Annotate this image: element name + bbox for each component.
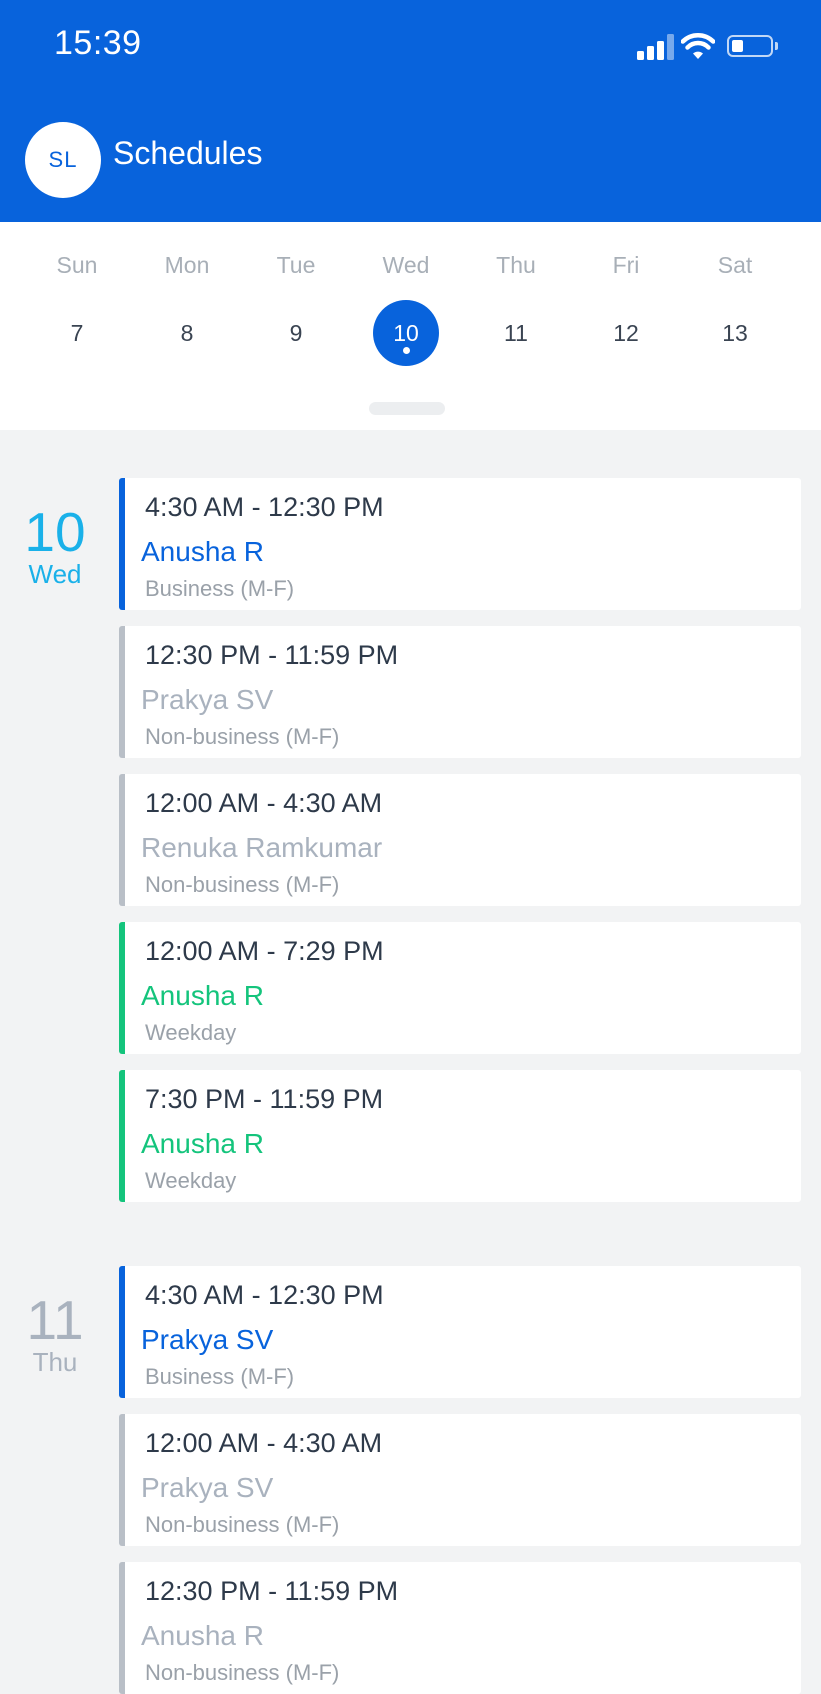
shift-time: 7:30 PM - 11:59 PM xyxy=(145,1084,384,1114)
schedule-card[interactable]: 4:30 AM - 12:30 PM Prakya SV Business (M-F… xyxy=(119,1266,801,1398)
on-call-person: Anusha R xyxy=(141,980,264,1011)
day-name: Wed xyxy=(382,252,430,278)
day-name: Thu xyxy=(496,252,536,278)
schedule-card[interactable]: 12:00 AM - 4:30 AM Renuka Ramkumar Non-bus… xyxy=(119,774,801,906)
app-header: 15:39 SL Schedules xyxy=(0,0,821,222)
day-number[interactable]: 11 xyxy=(483,300,549,366)
avatar[interactable]: SL xyxy=(25,122,101,198)
on-call-person: Prakya SV xyxy=(141,1472,274,1503)
schedule-layer: Business (M-F) xyxy=(145,1364,295,1389)
day-number-label: 10 xyxy=(393,320,419,346)
date-weekday: Thu xyxy=(32,1347,78,1377)
schedule-layer: Weekday xyxy=(145,1168,237,1193)
day-name: Fri xyxy=(612,252,640,278)
schedule-card[interactable]: 4:30 AM - 12:30 PM Anusha R Business (M-F) xyxy=(119,478,801,610)
schedule-layer: Weekday xyxy=(145,1020,237,1045)
date-weekday: Wed xyxy=(28,559,82,589)
shift-time: 12:00 AM - 4:30 AM xyxy=(145,1428,383,1458)
status-time: 15:39 xyxy=(54,24,142,62)
wifi-icon xyxy=(681,33,715,59)
date-marker: 11 Thu xyxy=(14,1292,96,1376)
day-number[interactable]: 9 xyxy=(263,300,329,366)
cellular-signal-icon xyxy=(637,34,674,60)
schedule-card[interactable]: 12:00 AM - 7:29 PM Anusha R Weekday xyxy=(119,922,801,1054)
on-call-person: Anusha R xyxy=(141,1128,264,1159)
shift-time: 12:00 AM - 7:29 PM xyxy=(145,936,384,966)
schedule-layer: Non-business (M-F) xyxy=(145,872,340,897)
date-number: 10 xyxy=(24,501,86,563)
day-number[interactable]: 8 xyxy=(154,300,220,366)
day-number-label: 12 xyxy=(613,320,639,346)
schedule-layer: Business (M-F) xyxy=(145,576,295,601)
battery-icon xyxy=(727,35,773,57)
schedule-layer: Non-business (M-F) xyxy=(145,724,340,749)
schedule-card[interactable]: 12:30 PM - 11:59 PM Anusha R Non-business … xyxy=(119,1562,801,1694)
day-number[interactable]: 12 xyxy=(593,300,659,366)
status-icons xyxy=(637,32,787,62)
battery-cap xyxy=(775,42,778,50)
week-calendar: Sun 7 Mon 8 Tue 9 Wed 10 Thu 11 Fri 12 Sat 13 xyxy=(0,222,821,430)
on-call-person: Anusha R xyxy=(141,536,264,567)
shift-time: 4:30 AM - 12:30 PM xyxy=(145,492,384,522)
day-number-label: 8 xyxy=(180,320,194,346)
event-dot-indicator xyxy=(402,347,410,354)
schedule-card[interactable]: 7:30 PM - 11:59 PM Anusha R Weekday xyxy=(119,1070,801,1202)
drag-handle[interactable] xyxy=(369,402,445,415)
day-name: Mon xyxy=(164,252,210,278)
shift-time: 12:00 AM - 4:30 AM xyxy=(145,788,383,818)
on-call-person: Anusha R xyxy=(141,1620,264,1651)
shift-time: 4:30 AM - 12:30 PM xyxy=(145,1280,384,1310)
shift-time: 12:30 PM - 11:59 PM xyxy=(145,1576,399,1606)
day-number[interactable]: 10 xyxy=(373,300,439,366)
shift-time: 12:30 PM - 11:59 PM xyxy=(145,640,399,670)
day-number-label: 9 xyxy=(289,320,303,346)
day-number-label: 13 xyxy=(722,320,748,346)
date-marker: 10 Wed xyxy=(14,504,96,588)
day-number-label: 7 xyxy=(70,320,84,346)
schedule-layer: Non-business (M-F) xyxy=(145,1512,340,1537)
on-call-person: Renuka Ramkumar xyxy=(141,832,383,863)
schedule-card[interactable]: 12:30 PM - 11:59 PM Prakya SV Non-business… xyxy=(119,626,801,758)
day-number[interactable]: 13 xyxy=(702,300,768,366)
battery-level xyxy=(732,40,743,52)
day-number[interactable]: 7 xyxy=(44,300,110,366)
on-call-person: Prakya SV xyxy=(141,1324,274,1355)
day-name: Sat xyxy=(717,252,753,278)
schedule-card[interactable]: 12:00 AM - 4:30 AM Prakya SV Non-business … xyxy=(119,1414,801,1546)
day-number-label: 11 xyxy=(504,320,528,346)
date-number: 11 xyxy=(26,1289,84,1351)
page-title: Schedules xyxy=(113,135,263,171)
day-name: Tue xyxy=(276,252,316,278)
day-name: Sun xyxy=(56,252,98,278)
schedule-layer: Non-business (M-F) xyxy=(145,1660,340,1685)
on-call-person: Prakya SV xyxy=(141,684,274,715)
